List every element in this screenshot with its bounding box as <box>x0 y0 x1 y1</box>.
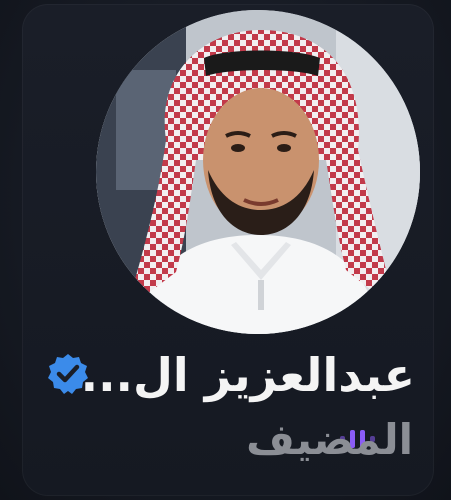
speaker-name: عبدالعزيز ال... <box>80 348 415 402</box>
space-speaker-screen: عبدالعزيز ال... المضيف <box>0 0 451 500</box>
speaker-role: المضيف <box>246 415 413 464</box>
speaker-avatar[interactable] <box>96 10 420 334</box>
avatar-photo <box>96 10 420 334</box>
